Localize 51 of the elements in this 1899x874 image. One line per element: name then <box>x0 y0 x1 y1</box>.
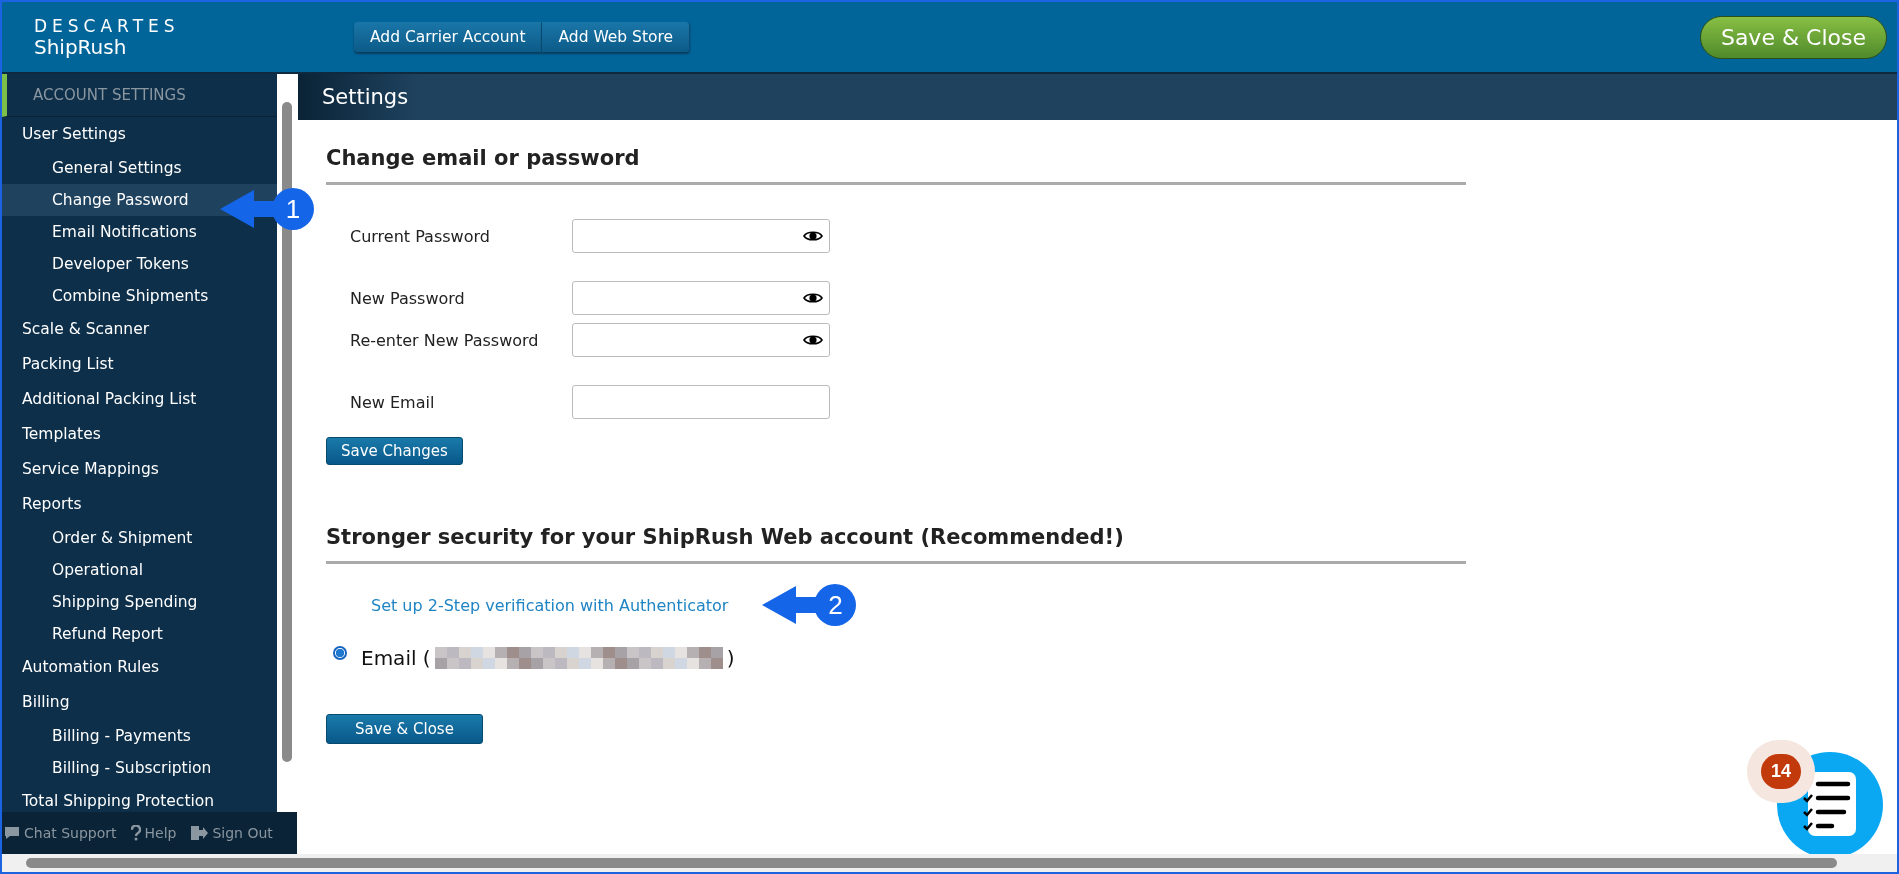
password-field[interactable] <box>572 281 830 315</box>
field-label: Re-enter New Password <box>350 330 540 350</box>
eye-icon[interactable] <box>803 333 823 347</box>
email-field[interactable] <box>572 385 830 419</box>
sidebar-item[interactable]: Billing <box>2 685 277 720</box>
sidebar-subitem[interactable]: Order & Shipment <box>2 522 277 554</box>
radio-label: Email ( <box>361 646 431 670</box>
password-field[interactable] <box>572 323 830 357</box>
logo-text: DESCARTES <box>34 16 181 36</box>
field-label: Current Password <box>350 226 491 246</box>
logo-text: ShipRush <box>34 36 128 58</box>
chat-bubble-icon <box>4 826 20 840</box>
sidebar-item[interactable]: Total Shipping Protection <box>2 784 277 812</box>
section-heading: Change email or password <box>326 146 641 170</box>
sidebar-subitem[interactable]: Refund Report <box>2 618 277 650</box>
sidebar-item[interactable]: Service Mappings <box>2 452 277 487</box>
sidebar-subitem[interactable]: Developer Tokens <box>2 248 277 280</box>
eye-icon[interactable] <box>803 229 823 243</box>
scrollbar[interactable] <box>2 854 1897 872</box>
sidebar-item[interactable]: Templates <box>2 417 277 452</box>
sidebar-subitem[interactable]: Combine Shipments <box>2 280 277 312</box>
sidebar-item[interactable]: Packing List <box>2 347 277 382</box>
footer-link[interactable]: Chat Support <box>4 825 117 841</box>
sidebar-subitem[interactable]: Billing - Subscription <box>2 752 277 784</box>
page-title: Settings <box>322 85 409 109</box>
exit-door-icon <box>190 825 209 841</box>
eye-icon[interactable] <box>803 291 823 305</box>
sidebar-item[interactable]: Reports <box>2 487 277 522</box>
sidebar-subitem[interactable]: Change Password <box>2 184 277 216</box>
section-heading: Stronger security for your ShipRush Web account (Recommended!) <box>326 525 1125 549</box>
password-field[interactable] <box>572 219 830 253</box>
sidebar-subitem[interactable]: Operational <box>2 554 277 586</box>
sidebar-item[interactable]: User Settings <box>2 117 277 152</box>
header-action-button[interactable]: Add Carrier Account <box>354 22 543 52</box>
question-mark-icon <box>130 825 141 841</box>
header-action-button[interactable]: Add Web Store <box>542 22 691 52</box>
sidebar-item[interactable]: Additional Packing List <box>2 382 277 417</box>
radio-label: ) <box>726 646 735 670</box>
field-label: New Password <box>350 288 466 308</box>
save-changes-button[interactable]: Save Changes <box>326 437 463 465</box>
field-label: New Email <box>350 392 436 412</box>
footer-link[interactable]: Help <box>130 825 177 841</box>
sidebar-subitem[interactable]: Billing - Payments <box>2 720 277 752</box>
sidebar-item[interactable]: Automation Rules <box>2 650 277 685</box>
sidebar-subitem[interactable]: Shipping Spending <box>2 586 277 618</box>
save-close-button[interactable]: Save & Close <box>326 714 483 744</box>
sidebar-subitem[interactable]: General Settings <box>2 152 277 184</box>
authenticator-link[interactable]: Set up 2-Step verification with Authenticator <box>371 595 729 615</box>
footer-link[interactable]: Sign Out <box>190 825 273 841</box>
radio-button[interactable] <box>333 646 347 660</box>
sidebar-item[interactable]: Scale & Scanner <box>2 312 277 347</box>
